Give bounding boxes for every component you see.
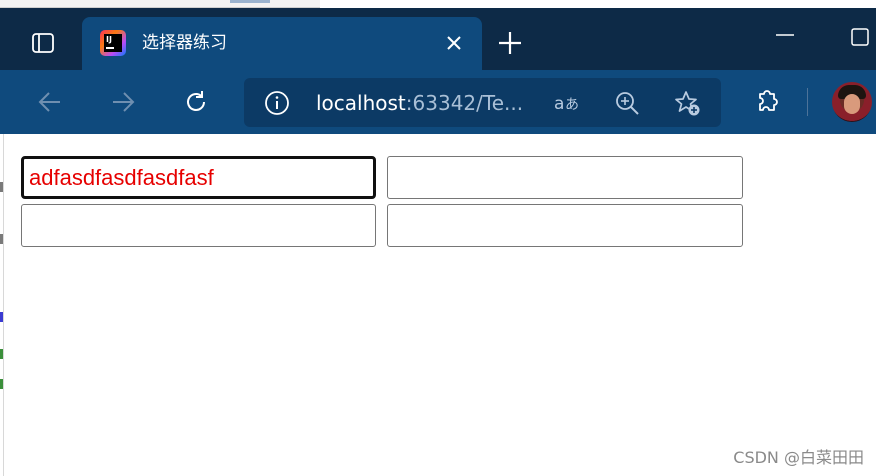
browser-toolbar: localhost:63342/Te... a あ xyxy=(0,70,876,134)
url-path: :63342/Te... xyxy=(405,91,524,115)
new-tab-button[interactable] xyxy=(494,27,526,59)
forward-button[interactable] xyxy=(105,84,141,120)
svg-text:あ: あ xyxy=(565,97,579,113)
minimize-icon[interactable] xyxy=(774,30,796,40)
tab-actions-icon xyxy=(32,33,54,53)
tab-title: 选择器练习 xyxy=(142,33,227,53)
watermark: CSDN @白菜田田 xyxy=(733,448,864,467)
forward-arrow-icon xyxy=(113,92,135,112)
address-bar[interactable]: localhost:63342/Te... a あ xyxy=(244,78,721,127)
title-bar: IJ 选择器练习 xyxy=(0,0,876,70)
page-content xyxy=(4,134,876,476)
favorites-star-icon[interactable] xyxy=(673,89,701,117)
intellij-favicon-icon: IJ xyxy=(100,30,126,56)
extensions-puzzle-icon[interactable] xyxy=(752,86,782,116)
zoom-icon[interactable] xyxy=(613,89,641,117)
close-icon[interactable] xyxy=(442,31,466,55)
url-text[interactable]: localhost:63342/Te... xyxy=(316,90,523,116)
back-arrow-icon xyxy=(38,92,60,112)
tab-actions-button[interactable] xyxy=(16,22,70,64)
text-input-3[interactable] xyxy=(21,204,376,247)
maximize-icon[interactable] xyxy=(849,26,871,48)
toolbar-separator xyxy=(807,88,808,116)
info-icon[interactable] xyxy=(264,90,290,116)
text-input-1[interactable] xyxy=(21,156,376,199)
profile-avatar[interactable] xyxy=(832,82,872,122)
background-window-sliver xyxy=(0,0,876,8)
text-input-4[interactable] xyxy=(387,204,743,247)
reload-icon xyxy=(187,91,205,111)
reload-button[interactable] xyxy=(178,84,214,120)
active-tab[interactable]: IJ 选择器练习 xyxy=(82,17,482,70)
svg-text:a: a xyxy=(554,94,564,114)
url-host: localhost xyxy=(316,91,406,115)
text-input-2[interactable] xyxy=(387,156,743,199)
read-aloud-icon[interactable]: a あ xyxy=(553,89,581,117)
back-button[interactable] xyxy=(32,84,68,120)
browser-window: IJ 选择器练习 localhost:63342/Te... a あ adfas… xyxy=(0,0,876,476)
